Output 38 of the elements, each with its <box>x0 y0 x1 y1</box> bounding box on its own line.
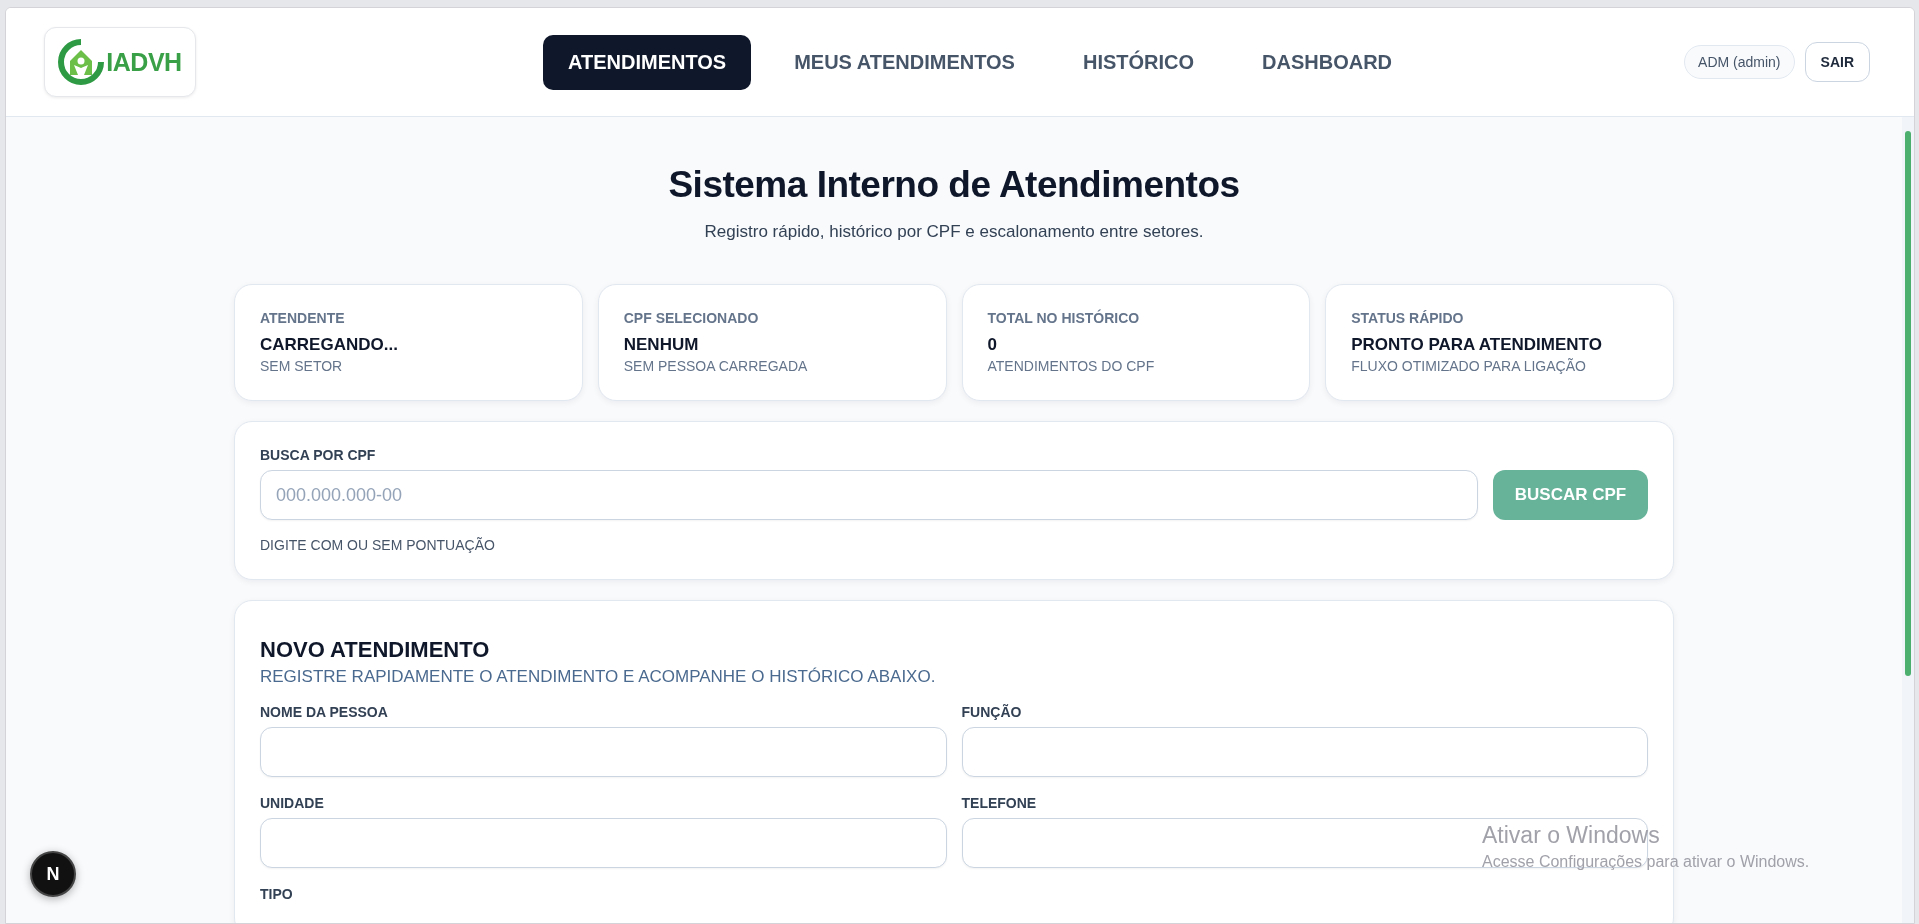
user-badge: ADM (admin) <box>1684 45 1795 79</box>
stat-value: PRONTO PARA ATENDIMENTO <box>1351 335 1603 355</box>
stat-label: CPF SELECIONADO <box>623 310 760 326</box>
input-field[interactable] <box>260 727 947 777</box>
field-hint: DIGITE COM OU SEM PONTUAÇÃO <box>260 537 496 553</box>
stat-note: FLUXO OTIMIZADO PARA LIGAÇÃO <box>1351 358 1587 374</box>
stat-label: STATUS RÁPIDO <box>1351 310 1465 326</box>
house-person-logo-icon <box>58 39 105 85</box>
page-subtitle: Registro rápido, histórico por CPF e escalonamento entre setores. <box>703 222 1205 242</box>
form-title: NOVO ATENDIMENTO <box>260 637 491 663</box>
stat-value: 0 <box>987 335 998 355</box>
input-field[interactable] <box>961 727 1648 777</box>
cpf-input-field[interactable]: 000.000.000-00 <box>260 470 1478 520</box>
nav-tab[interactable]: MEUS ATENDIMENTOS <box>769 34 1040 90</box>
stat-value: CARREGANDO... <box>260 335 399 355</box>
stat-note: ATENDIMENTOS DO CPF <box>987 358 1156 374</box>
activation-title: Ativar o Windows <box>1482 822 1661 849</box>
activation-text: Acesse Configurações para ativar o Windows. <box>1482 853 1810 871</box>
scrollbar[interactable] <box>1902 117 1914 923</box>
input-field[interactable] <box>260 818 947 868</box>
field-label: BUSCA POR CPF <box>260 447 377 463</box>
field-label: TIPO <box>260 886 294 902</box>
logo-text: IADVH <box>106 47 182 77</box>
nav-tab[interactable]: ATENDIMENTOS <box>543 34 752 90</box>
nav-tab[interactable]: DASHBOARD <box>1237 34 1418 90</box>
logout-button[interactable]: SAIR <box>1804 42 1870 82</box>
page-title: Sistema Interno de Atendimentos <box>667 164 1241 206</box>
stat-note: SEM SETOR <box>260 358 344 374</box>
stat-note: SEM PESSOA CARREGADA <box>623 358 809 374</box>
stat-label: ATENDENTE <box>260 310 346 326</box>
nav-tab[interactable]: HISTÓRICO <box>1057 34 1220 90</box>
stat-value: NENHUM <box>623 335 700 355</box>
field-label: TELEFONE <box>961 795 1038 811</box>
form-subtitle: REGISTRE RAPIDAMENTE O ATENDIMENTO E ACOMPANHE O HISTÓRICO ABAIXO. <box>260 667 937 687</box>
stat-label: TOTAL NO HISTÓRICO <box>987 310 1141 326</box>
field-label: FUNÇÃO <box>961 704 1023 720</box>
field-label: NOME DA PESSOA <box>260 704 389 720</box>
field-label: UNIDADE <box>260 795 325 811</box>
